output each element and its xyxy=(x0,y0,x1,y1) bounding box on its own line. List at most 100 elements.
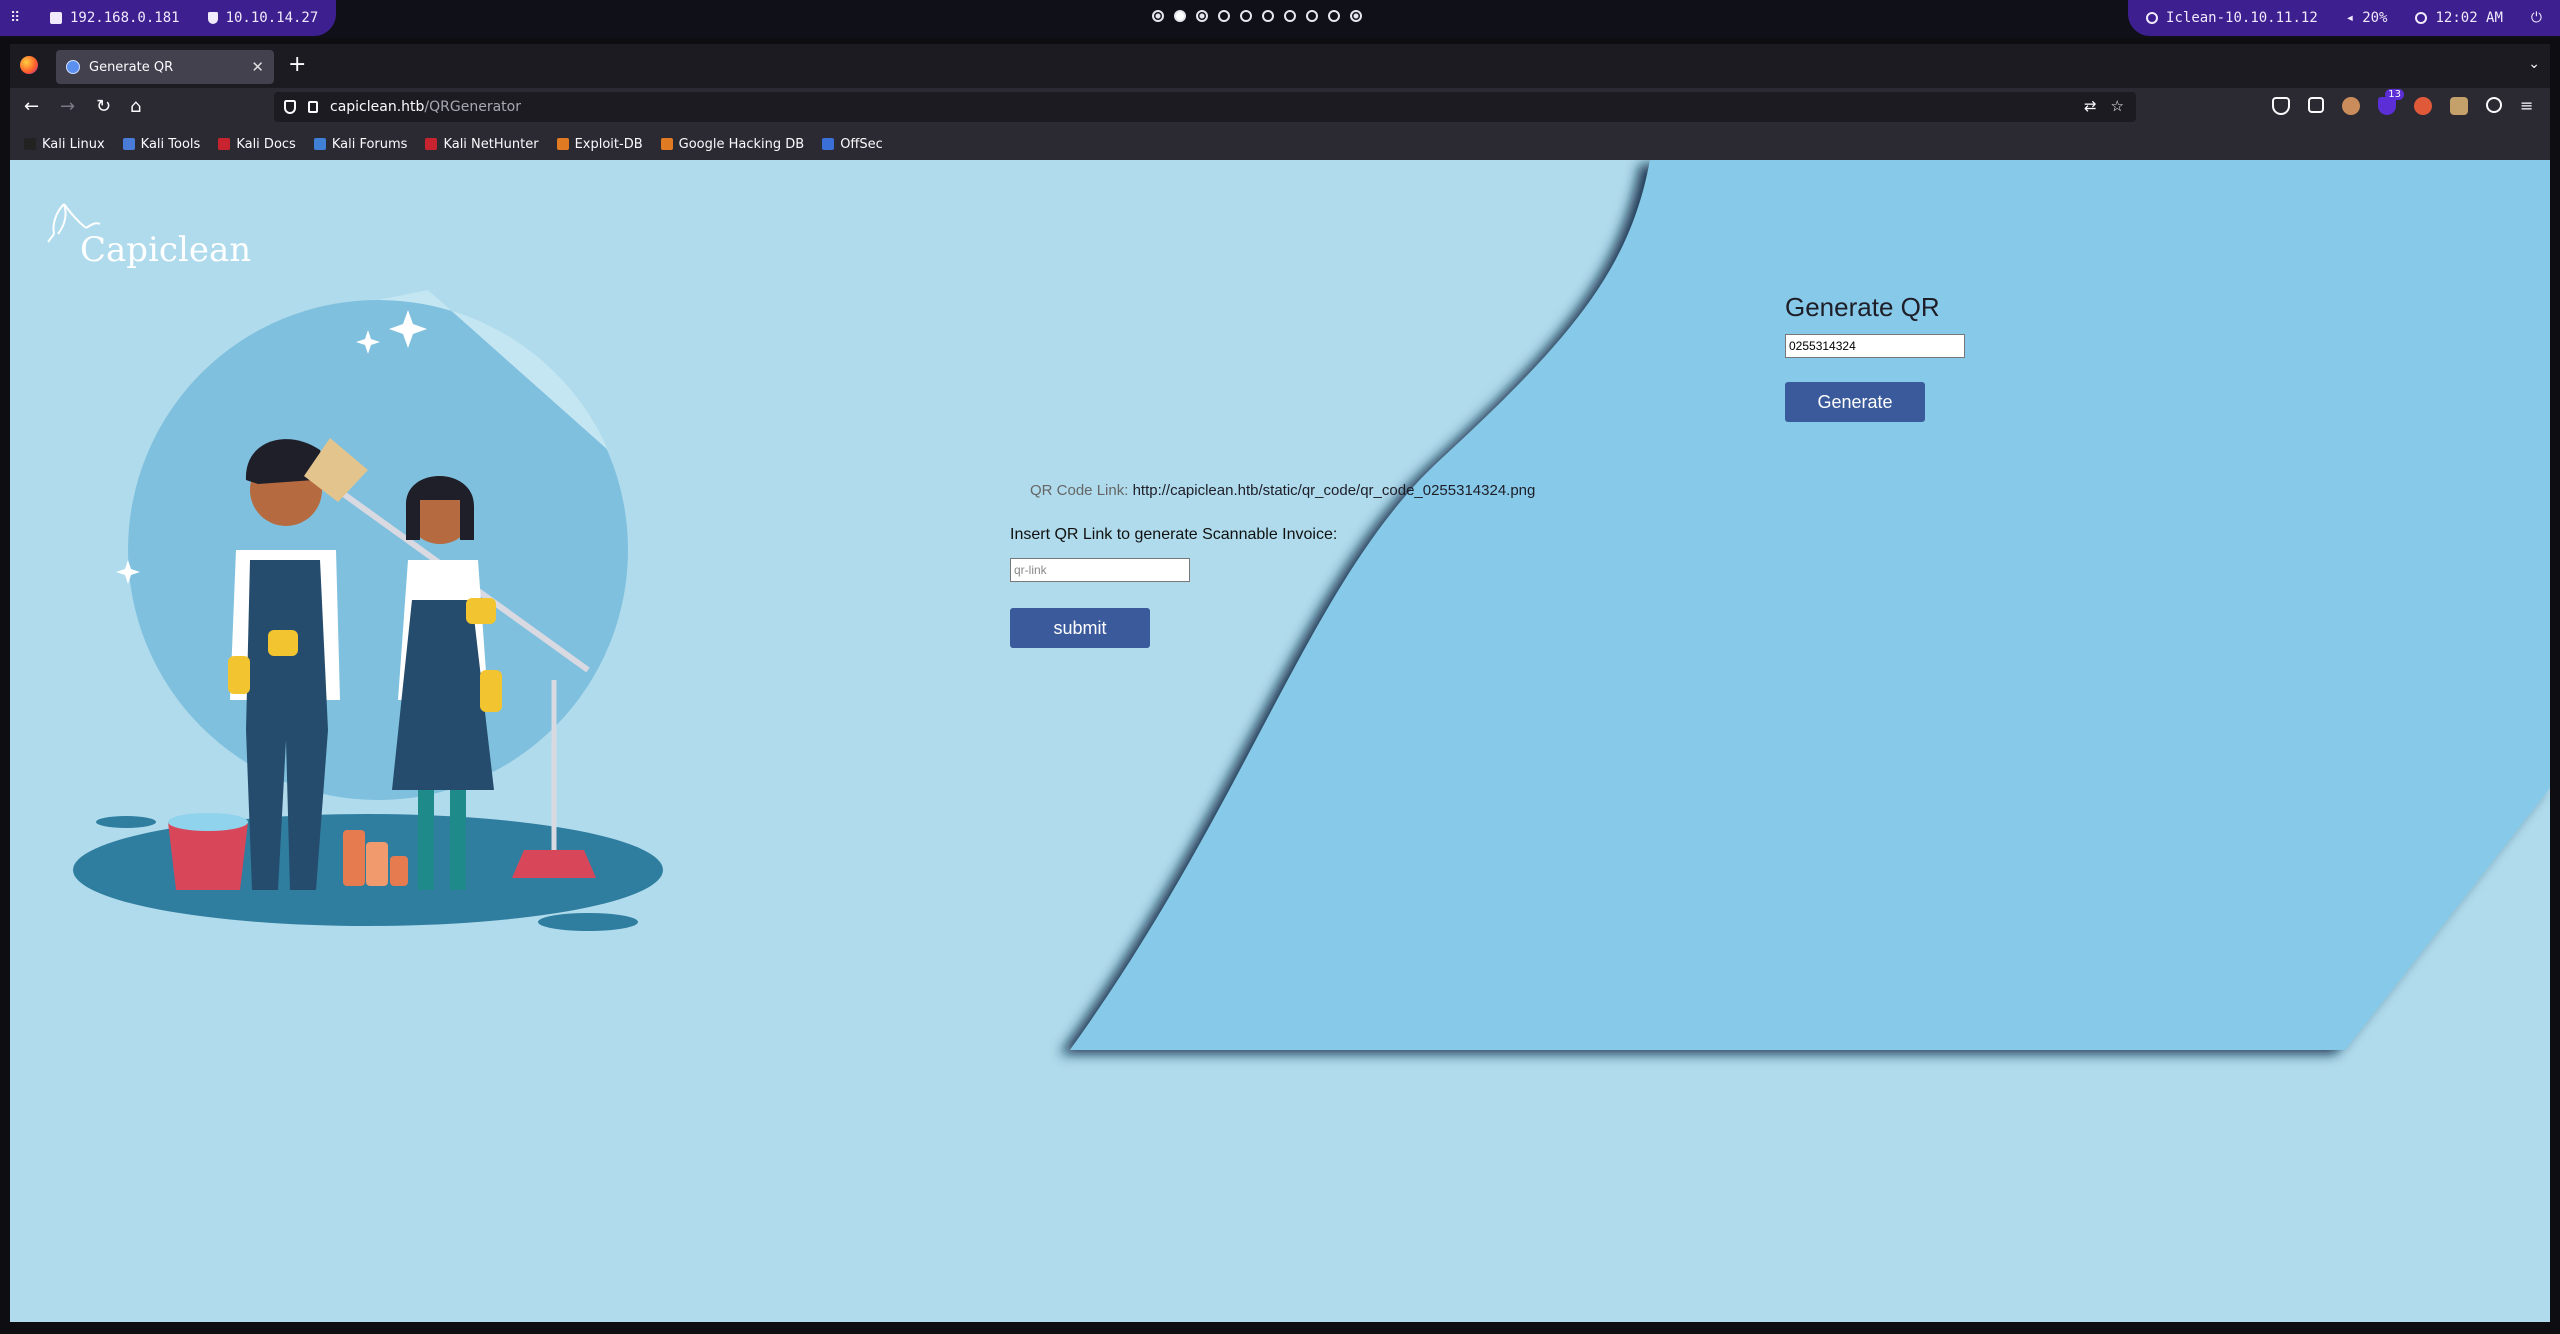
bookmark-kali-linux[interactable]: Kali Linux xyxy=(24,137,105,152)
bookmark-label: Kali Forums xyxy=(331,136,408,152)
vpn-ip-widget[interactable]: 10.10.14.27 xyxy=(207,10,319,26)
firefox-menu-icon[interactable] xyxy=(20,56,38,74)
workspace-9-button[interactable] xyxy=(1328,10,1340,22)
clock-icon xyxy=(2415,12,2428,24)
workspace-4-button[interactable] xyxy=(1218,10,1230,22)
volume-icon: ◂ xyxy=(2345,10,2355,26)
globe-favicon-icon xyxy=(66,60,80,74)
bookmark-label: Exploit-DB xyxy=(574,136,643,152)
pocket-icon[interactable] xyxy=(2272,97,2290,115)
volume-widget[interactable]: ◂ 20% xyxy=(2346,10,2388,26)
bookmark-kali-nethunter[interactable]: Kali NetHunter xyxy=(425,136,539,152)
ublock-extension-icon[interactable]: 13 xyxy=(2378,89,2404,115)
url-host: capiclean.htb xyxy=(330,99,425,115)
bookmark-label: OffSec xyxy=(840,136,883,152)
clock-widget[interactable]: 12:02 AM xyxy=(2415,10,2503,26)
bookmark-favicon-icon xyxy=(122,138,135,150)
bookmark-google-hacking-db[interactable]: Google Hacking DB xyxy=(660,136,805,152)
extensions-puzzle-icon[interactable] xyxy=(2308,97,2324,113)
apps-grid-icon[interactable]: ⠿ xyxy=(10,11,22,25)
site-info-lock-icon[interactable] xyxy=(308,101,318,113)
page-viewport: Capiclean Generate QR 0255314324 Generat… xyxy=(10,160,2550,1322)
cleaners-illustration xyxy=(73,290,663,931)
home-icon[interactable]: ⌂ xyxy=(130,96,141,118)
browser-tab-strip: Generate QR ✕ + ⌄ xyxy=(10,44,2550,88)
monitor-icon xyxy=(50,12,62,24)
power-icon[interactable]: ⏻ xyxy=(2531,10,2542,26)
workspace-7-button[interactable] xyxy=(1284,10,1296,22)
bookmark-star-icon[interactable]: ☆ xyxy=(2111,97,2124,115)
volume-label: 20% xyxy=(2362,10,2388,26)
system-bar-right: Iclean-10.10.11.12 ◂ 20% 12:02 AM ⏻ xyxy=(2128,0,2560,36)
workspace-2-button[interactable] xyxy=(1174,10,1186,22)
qr-code-link-row: QR Code Link: http://capiclean.htb/stati… xyxy=(1030,482,1535,499)
bookmark-favicon-icon xyxy=(556,138,569,150)
tab-generate-qr[interactable]: Generate QR ✕ xyxy=(56,50,274,84)
bookmarks-toolbar: Kali Linux Kali Tools Kali Docs Kali Forums… xyxy=(10,128,2550,160)
vpn-shield-icon xyxy=(207,12,218,24)
workspace-5-button[interactable] xyxy=(1240,10,1252,22)
browser-navigation-bar: ← → ↻ ⌂ capiclean.htb/QRGenerator ⇄ ☆ 13… xyxy=(10,88,2550,128)
workspace-8-button[interactable] xyxy=(1306,10,1318,22)
system-top-bar: ⠿ 192.168.0.181 10.10.14.27 Iclean-10.10… xyxy=(0,0,2560,38)
bookmark-favicon-icon xyxy=(313,138,326,150)
bookmark-label: Kali NetHunter xyxy=(443,136,539,152)
workspace-6-button[interactable] xyxy=(1262,10,1274,22)
tab-title: Generate QR xyxy=(89,59,174,75)
forward-arrow-icon[interactable]: → xyxy=(60,96,75,118)
bookmark-kali-tools[interactable]: Kali Tools xyxy=(122,136,201,152)
qr-code-link-value: http://capiclean.htb/static/qr_code/qr_c… xyxy=(1132,482,1536,499)
qr-code-link-label: QR Code Link: xyxy=(1030,482,1129,499)
url-path: /QRGenerator xyxy=(424,99,521,115)
extension-badge-count: 13 xyxy=(2385,89,2404,100)
insert-qr-link-label: Insert QR Link to generate Scannable Inv… xyxy=(1010,526,1338,543)
generate-button[interactable]: Generate xyxy=(1785,382,1925,422)
toolbar-extensions: 13 ≡ xyxy=(2272,89,2538,115)
workspace-3-button[interactable] xyxy=(1196,10,1208,22)
target-widget[interactable]: Iclean-10.10.11.12 xyxy=(2146,10,2318,26)
bookmark-offsec[interactable]: OffSec xyxy=(822,137,883,152)
bookmark-favicon-icon xyxy=(822,138,835,150)
invoice-id-input[interactable] xyxy=(1785,334,1965,358)
generate-qr-form: Generate QR Generate xyxy=(1785,292,1965,422)
bookmark-kali-forums[interactable]: Kali Forums xyxy=(313,136,408,152)
url-bar[interactable]: capiclean.htb/QRGenerator ⇄ ☆ xyxy=(274,92,2136,122)
bookmark-favicon-icon xyxy=(218,138,231,150)
target-icon xyxy=(2146,12,2159,24)
wappalyzer-extension-icon[interactable] xyxy=(2450,97,2468,115)
host-ip-label: 192.168.0.181 xyxy=(70,10,180,26)
close-tab-icon[interactable]: ✕ xyxy=(251,58,264,76)
hamburger-menu-icon[interactable]: ≡ xyxy=(2520,97,2538,115)
bookmark-label: Google Hacking DB xyxy=(678,136,805,152)
system-bar-left: ⠿ 192.168.0.181 10.10.14.27 xyxy=(0,0,337,36)
workspace-10-button[interactable] xyxy=(1350,10,1362,22)
bookmark-kali-docs[interactable]: Kali Docs xyxy=(218,137,296,152)
bookmark-label: Kali Docs xyxy=(236,136,296,152)
brand-name: Capiclean xyxy=(80,230,252,270)
tracking-protection-icon[interactable] xyxy=(284,100,296,114)
submit-button[interactable]: submit xyxy=(1010,608,1150,648)
generate-qr-title: Generate QR xyxy=(1785,292,1940,322)
target-label: Iclean-10.10.11.12 xyxy=(2166,10,2318,26)
bookmark-favicon-icon xyxy=(660,138,673,150)
qr-link-input[interactable] xyxy=(1010,558,1190,582)
capiclean-logo[interactable]: Capiclean xyxy=(46,194,251,270)
host-ip-widget[interactable]: 192.168.0.181 xyxy=(50,10,180,26)
list-all-tabs-chevron-icon[interactable]: ⌄ xyxy=(2528,56,2540,72)
bookmark-favicon-icon xyxy=(425,138,438,150)
translate-icon[interactable]: ⇄ xyxy=(2084,97,2097,115)
bookmark-label: Kali Tools xyxy=(140,136,201,152)
bookmark-exploit-db[interactable]: Exploit-DB xyxy=(556,136,643,152)
new-tab-button[interactable]: + xyxy=(288,53,306,77)
profile-avatar-icon[interactable] xyxy=(2342,97,2360,115)
bookmark-label: Kali Linux xyxy=(42,136,105,152)
workspace-1-button[interactable] xyxy=(1152,10,1164,22)
bookmark-favicon-icon xyxy=(24,138,36,150)
cookie-extension-icon[interactable] xyxy=(2414,97,2432,115)
reload-icon[interactable]: ↻ xyxy=(96,96,111,118)
clock-label: 12:02 AM xyxy=(2435,10,2503,26)
workspace-switcher xyxy=(1152,10,1362,22)
settings-gear-icon[interactable] xyxy=(2486,97,2502,113)
back-arrow-icon[interactable]: ← xyxy=(24,96,39,118)
vpn-ip-label: 10.10.14.27 xyxy=(225,10,319,26)
